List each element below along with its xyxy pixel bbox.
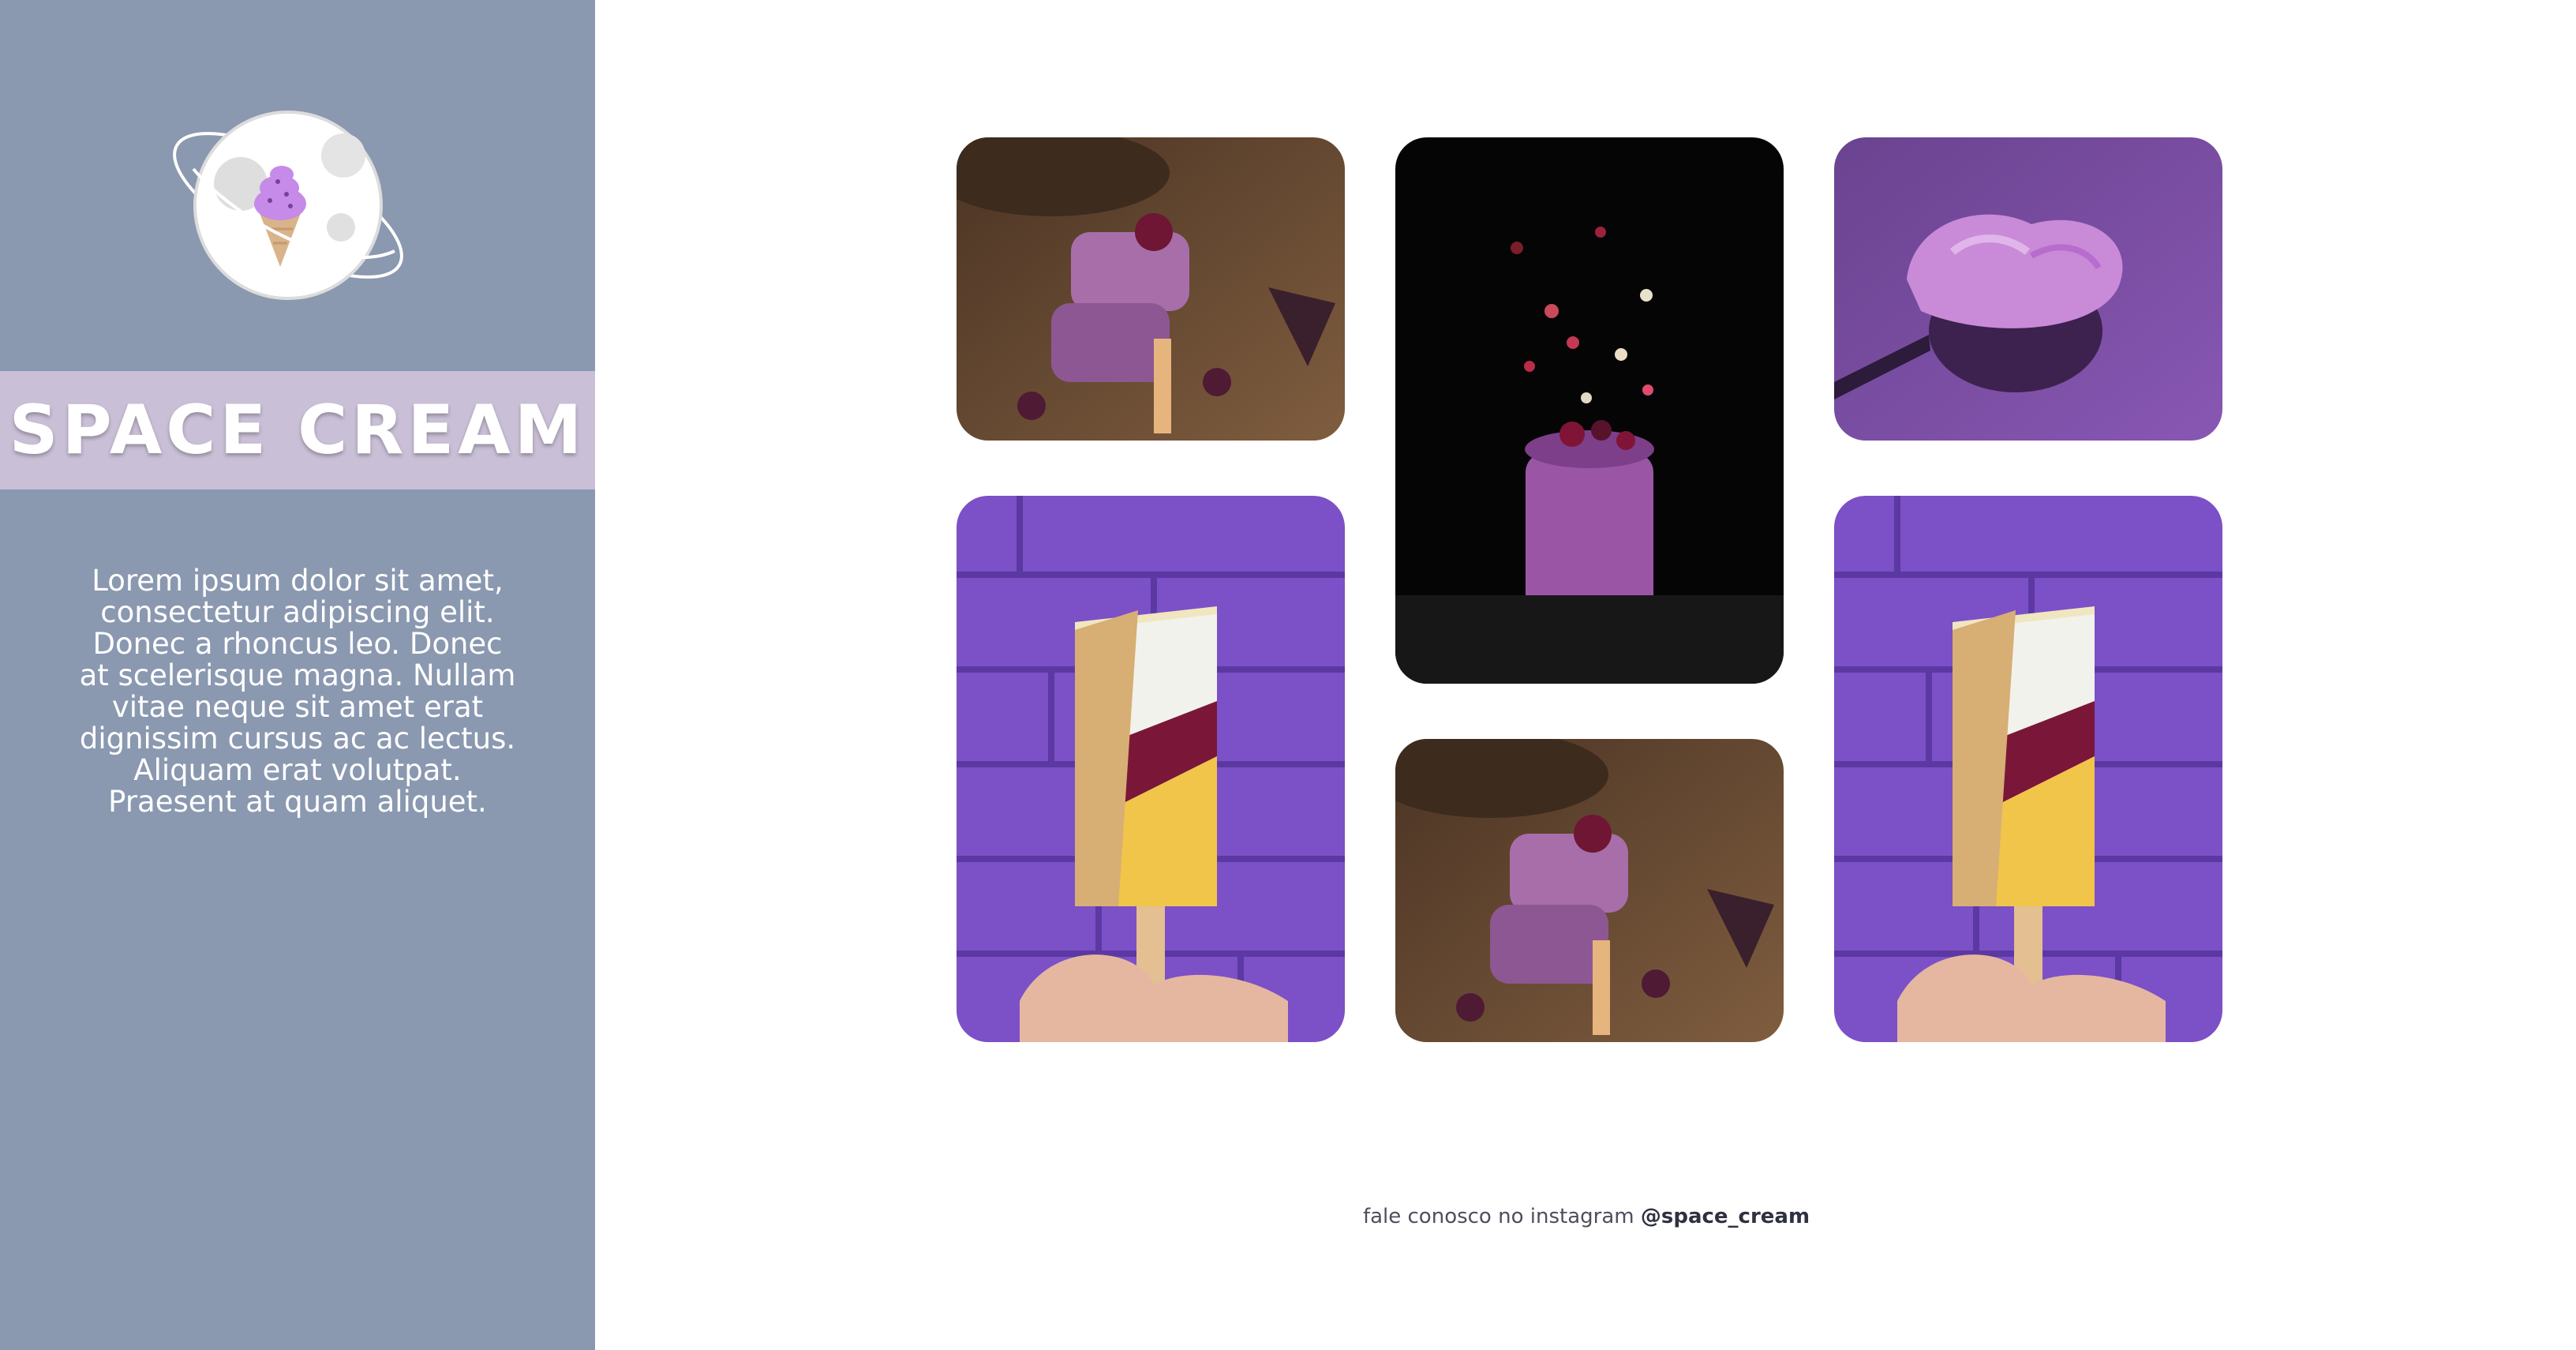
- instagram-handle-link[interactable]: @space_cream: [1641, 1205, 1810, 1228]
- popsicle-stack-image: [1395, 739, 1784, 1042]
- yellow-popsicle-image: [1834, 496, 2222, 1042]
- brand-band: SPACE CREAM: [0, 371, 595, 489]
- cream-spoon-image: [1834, 137, 2222, 441]
- photo-yellow-popsicle-2[interactable]: [1834, 496, 2222, 1042]
- yellow-popsicle-image: [957, 496, 1345, 1042]
- footer-text: fale conosco no instagram: [1362, 1205, 1641, 1228]
- photo-popsicles-stack[interactable]: [957, 137, 1345, 441]
- instagram-footer: fale conosco no instagram @space_cream: [1255, 1205, 1918, 1228]
- photo-yellow-popsicle[interactable]: [957, 496, 1345, 1042]
- planet-icecream-logo-icon: [158, 103, 418, 308]
- photo-smoothie-jar[interactable]: [1395, 137, 1784, 684]
- brand-title: SPACE CREAM: [9, 391, 586, 470]
- photo-popsicles-stack-2[interactable]: [1395, 739, 1784, 1042]
- brand-description: Lorem ipsum dolor sit amet, consectetur …: [79, 564, 516, 819]
- smoothie-jar-image: [1395, 137, 1784, 684]
- photo-cream-spoon[interactable]: [1834, 137, 2222, 441]
- popsicle-stack-image: [957, 137, 1345, 441]
- sidebar: SPACE CREAM Lorem ipsum dolor sit amet, …: [0, 0, 595, 1350]
